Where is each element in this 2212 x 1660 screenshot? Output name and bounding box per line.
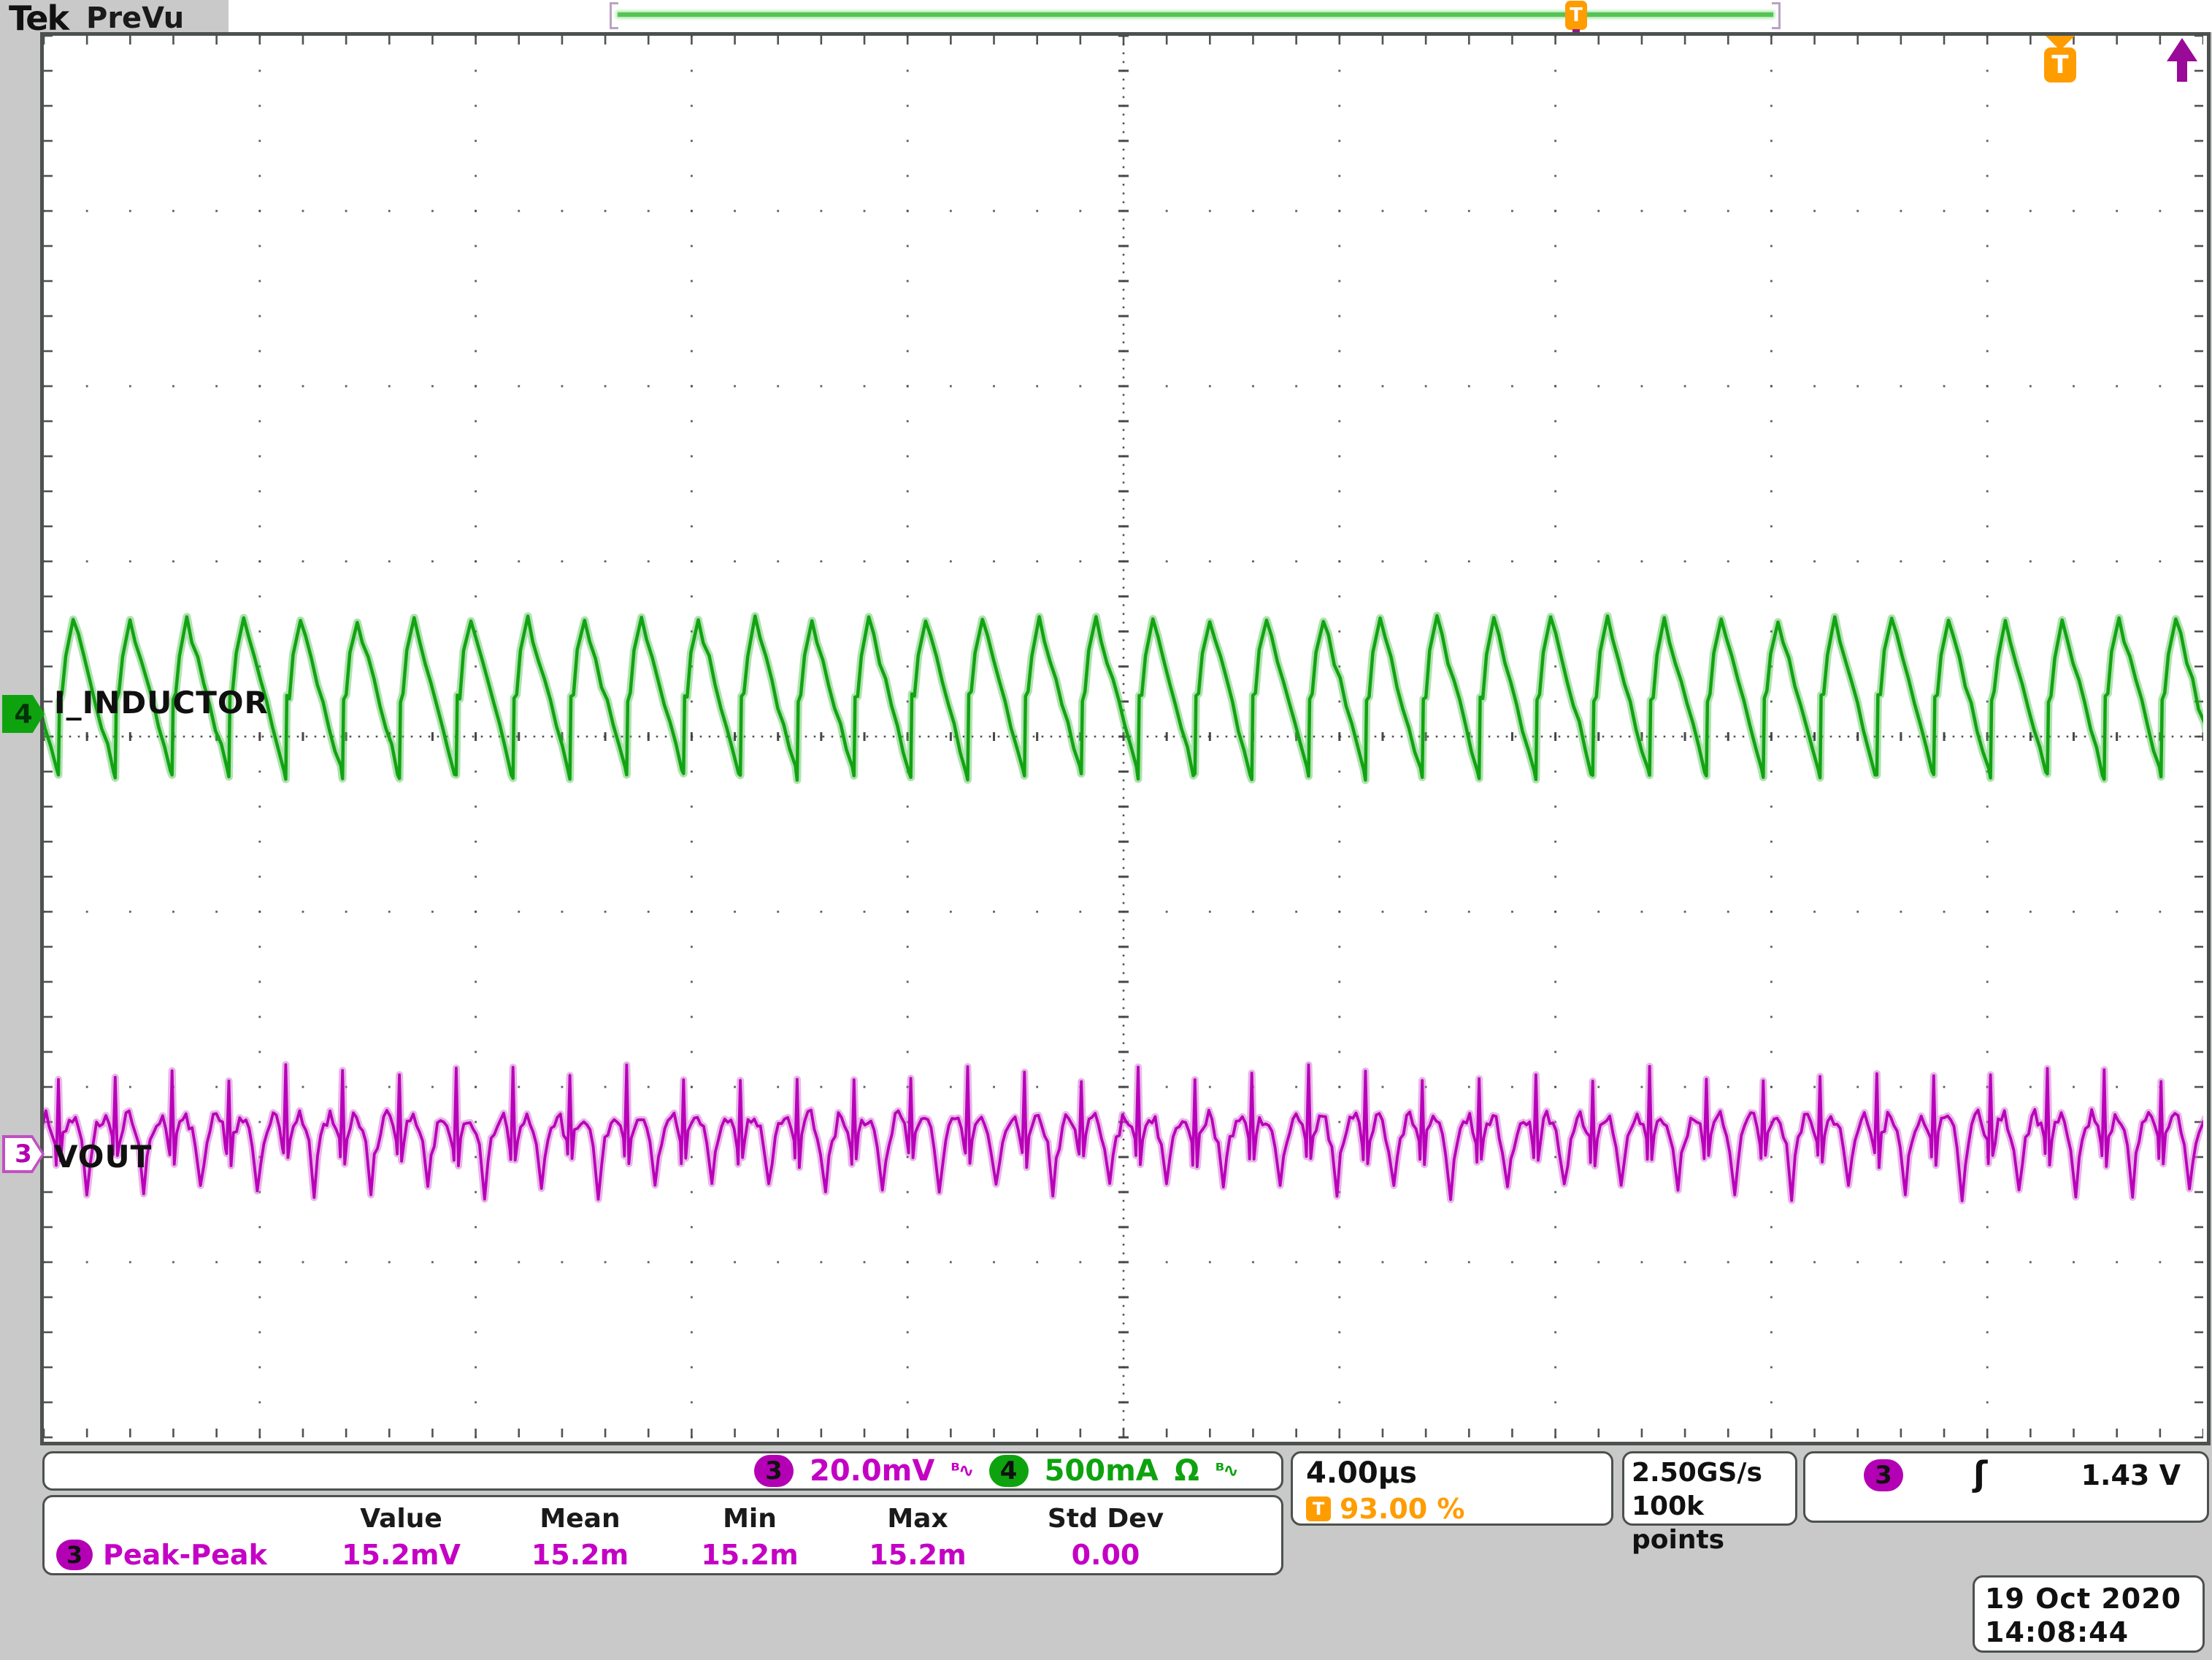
channel3-scale: 20.0mV (810, 1454, 934, 1488)
time-text: 14:08:44 (1985, 1615, 2203, 1649)
trigger-level-offscreen-arrow-icon (2167, 38, 2197, 82)
channel3-bandwidth-icon: ᴮ∿ (951, 1460, 972, 1482)
measurement-header-mean: Mean (494, 1504, 666, 1534)
channel4-badge: 4 (989, 1455, 1029, 1487)
measurement-name: Peak-Peak (103, 1539, 267, 1571)
measurement-header-value: Value (308, 1504, 494, 1534)
measurement-header-max: Max (834, 1504, 1002, 1534)
record-length: 100k points (1632, 1490, 1795, 1557)
measurement-value: 15.2mV (308, 1539, 494, 1571)
measurement-row-label: 3 Peak-Peak (56, 1539, 308, 1571)
channel3-reference-marker: 3 (2, 1135, 45, 1173)
trace-label-vout: VOUT (54, 1139, 152, 1175)
measurement-header-min: Min (666, 1504, 834, 1534)
datetime-readout: 19 Oct 2020 14:08:44 (1973, 1575, 2205, 1653)
channel4-scale: 500mA (1045, 1454, 1159, 1488)
trace-label-inductor: I_INDUCTOR (54, 685, 269, 721)
trigger-readout: 3 ʃ 1.43 V (1803, 1451, 2209, 1523)
trigger-source-badge: 3 (1864, 1459, 1903, 1491)
measurement-stddev: 0.00 (1002, 1539, 1210, 1571)
trigger-level: 1.43 V (2081, 1459, 2181, 1491)
record-view-trigger-icon: T (1565, 1, 1587, 30)
channel3-badge: 3 (754, 1455, 794, 1487)
waveform-plot (44, 36, 2203, 1442)
channel4-reference-marker: 4 (2, 695, 45, 733)
channel4-bandwidth-icon: ᴮ∿ (1216, 1460, 1237, 1482)
sample-rate: 2.50GS/s (1632, 1456, 1795, 1490)
horizontal-scale: 4.00µs (1306, 1456, 1611, 1490)
measurement-max: 15.2m (834, 1539, 1002, 1571)
date-text: 19 Oct 2020 (1985, 1582, 2203, 1615)
acquisition-readout: 2.50GS/s 100k points (1622, 1451, 1797, 1526)
measurement-table: Value Mean Min Max Std Dev 3 Peak-Peak 1… (42, 1495, 1283, 1575)
channel4-impedance: Ω (1175, 1454, 1199, 1488)
channel-scale-readout: 3 20.0mV ᴮ∿ 4 500mA Ω ᴮ∿ (42, 1451, 1283, 1491)
trigger-position-percent: 93.00 % (1340, 1493, 1465, 1525)
measurement-source-badge: 3 (56, 1540, 93, 1570)
acquisition-status: PreVu (86, 1, 184, 35)
trigger-position-icon: T (2044, 36, 2076, 82)
trigger-t-icon: T (1306, 1496, 1331, 1521)
horizontal-readout: 4.00µs T 93.00 % (1291, 1451, 1613, 1526)
record-view-waveform-line (618, 12, 1773, 17)
measurement-header-stddev: Std Dev (1002, 1504, 1210, 1534)
trigger-position-t-icon: T (2044, 47, 2076, 82)
measurement-min: 15.2m (666, 1539, 834, 1571)
trigger-slope-icon: ʃ (1973, 1459, 1987, 1488)
measurement-mean: 15.2m (494, 1539, 666, 1571)
